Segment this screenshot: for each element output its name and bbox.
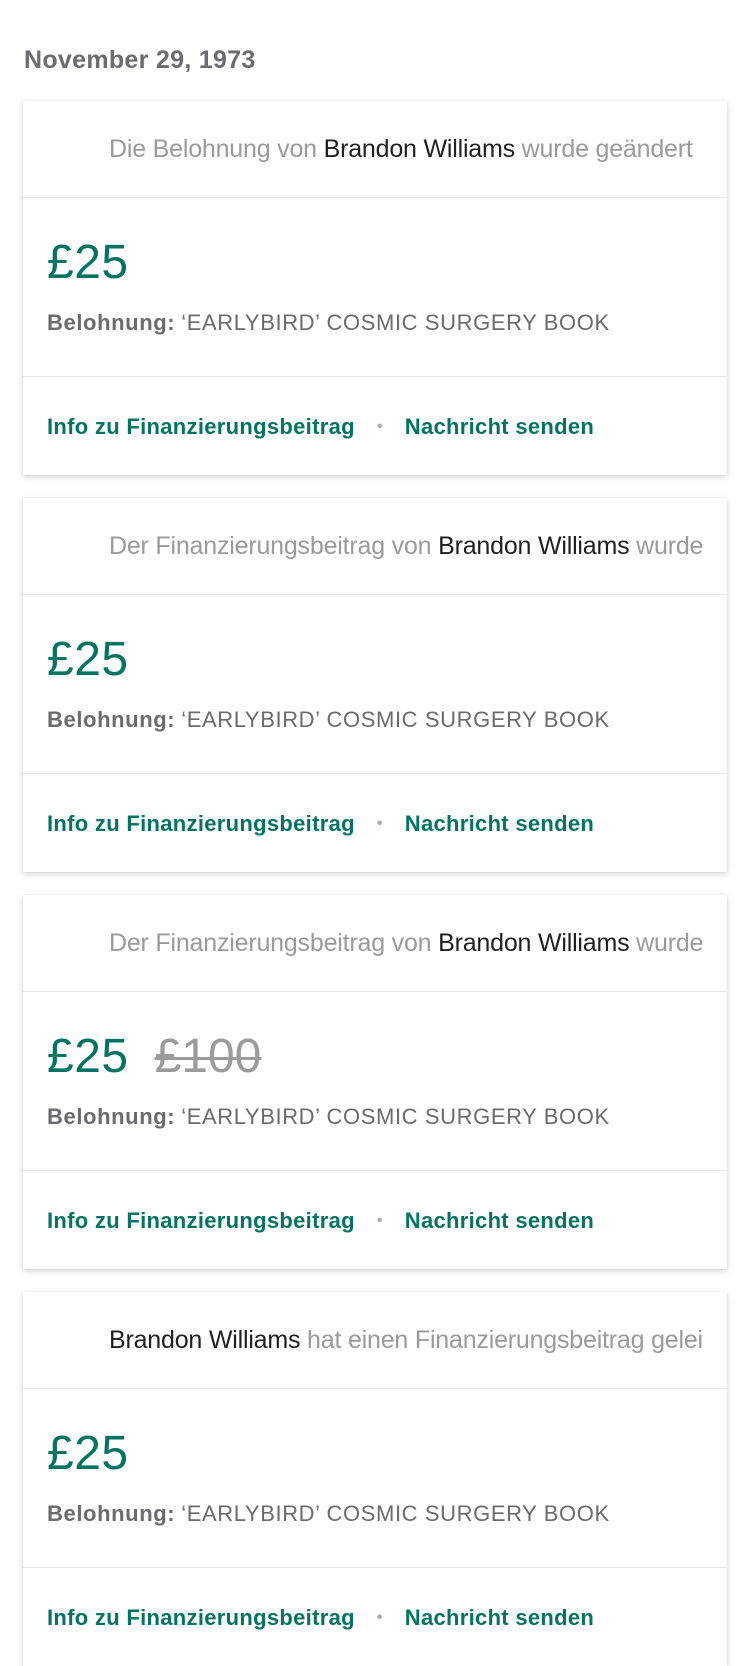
reward-line: Belohnung: ‘EARLYBIRD’ COSMIC SURGERY BOO… — [47, 1104, 610, 1130]
activity-card: Der Finanzierungsbeitrag von Brandon Wil… — [23, 498, 727, 872]
separator-dot: • — [376, 418, 383, 435]
card-body: £25 £100 Belohnung: ‘EARLYBIRD’ COSMIC SU… — [23, 992, 727, 1171]
date-header: November 29, 1973 — [24, 46, 256, 74]
pledge-info-link[interactable]: Info zu Finanzierungsbeitrag — [47, 1208, 355, 1234]
pledge-info-link[interactable]: Info zu Finanzierungsbeitrag — [47, 811, 355, 837]
activity-message: Die Belohnung von Brandon Williams wurde… — [109, 101, 703, 197]
message-prefix: Die Belohnung von — [109, 135, 324, 163]
send-message-link[interactable]: Nachricht senden — [405, 414, 594, 440]
amount-row: £25 £100 — [47, 1028, 261, 1084]
pledge-amount: £25 — [47, 632, 129, 686]
send-message-link[interactable]: Nachricht senden — [405, 1605, 594, 1631]
reward-value: ‘EARLYBIRD’ COSMIC SURGERY BOOK — [181, 1501, 610, 1526]
card-actions: Info zu Finanzierungsbeitrag • Nachricht… — [47, 774, 594, 872]
card-header: Der Finanzierungsbeitrag von Brandon Wil… — [23, 498, 727, 595]
card-actions: Info zu Finanzierungsbeitrag • Nachricht… — [47, 1171, 594, 1269]
backer-name-link[interactable]: Brandon Williams — [109, 1326, 301, 1354]
activity-message: Brandon Williams hat einen Finanzierungs… — [109, 1292, 703, 1388]
reward-line: Belohnung: ‘EARLYBIRD’ COSMIC SURGERY BOO… — [47, 1501, 610, 1527]
separator-dot: • — [376, 1212, 383, 1229]
activity-message: Der Finanzierungsbeitrag von Brandon Wil… — [109, 498, 703, 594]
reward-line: Belohnung: ‘EARLYBIRD’ COSMIC SURGERY BOO… — [47, 707, 610, 733]
activity-card: Die Belohnung von Brandon Williams wurde… — [23, 101, 727, 475]
message-suffix: wurde geändert — [636, 532, 703, 560]
card-body: £25 Belohnung: ‘EARLYBIRD’ COSMIC SURGERY… — [23, 1389, 727, 1568]
separator-dot: • — [376, 815, 383, 832]
previous-amount: £100 — [154, 1029, 262, 1083]
backer-name-link[interactable]: Brandon Williams — [324, 135, 516, 163]
backer-name-link[interactable]: Brandon Williams — [438, 532, 630, 560]
reward-value: ‘EARLYBIRD’ COSMIC SURGERY BOOK — [181, 310, 610, 335]
card-body: £25 Belohnung: ‘EARLYBIRD’ COSMIC SURGERY… — [23, 198, 727, 377]
card-footer: Info zu Finanzierungsbeitrag • Nachricht… — [23, 1568, 727, 1666]
reward-value: ‘EARLYBIRD’ COSMIC SURGERY BOOK — [181, 707, 610, 732]
message-prefix: Der Finanzierungsbeitrag von — [109, 532, 439, 560]
message-suffix: wurde geändert — [636, 929, 703, 957]
activity-card: Der Finanzierungsbeitrag von Brandon Wil… — [23, 895, 727, 1269]
card-body: £25 Belohnung: ‘EARLYBIRD’ COSMIC SURGERY… — [23, 595, 727, 774]
reward-value: ‘EARLYBIRD’ COSMIC SURGERY BOOK — [181, 1104, 610, 1129]
activity-card: Brandon Williams hat einen Finanzierungs… — [23, 1292, 727, 1666]
pledge-amount: £25 — [47, 1029, 129, 1083]
activity-message: Der Finanzierungsbeitrag von Brandon Wil… — [109, 895, 703, 991]
amount-row: £25 — [47, 1425, 129, 1481]
card-footer: Info zu Finanzierungsbeitrag • Nachricht… — [23, 377, 727, 475]
send-message-link[interactable]: Nachricht senden — [405, 1208, 594, 1234]
card-footer: Info zu Finanzierungsbeitrag • Nachricht… — [23, 774, 727, 872]
reward-label: Belohnung: — [47, 707, 176, 732]
amount-row: £25 — [47, 234, 129, 290]
reward-line: Belohnung: ‘EARLYBIRD’ COSMIC SURGERY BOO… — [47, 310, 610, 336]
message-suffix: hat einen Finanzierungsbeitrag geleistet — [300, 1326, 703, 1354]
pledge-amount: £25 — [47, 1426, 129, 1480]
card-header: Brandon Williams hat einen Finanzierungs… — [23, 1292, 727, 1389]
backer-name-link[interactable]: Brandon Williams — [438, 929, 630, 957]
separator-dot: • — [376, 1609, 383, 1626]
message-prefix: Der Finanzierungsbeitrag von — [109, 929, 439, 957]
reward-label: Belohnung: — [47, 1104, 176, 1129]
pledge-amount: £25 — [47, 235, 129, 289]
reward-label: Belohnung: — [47, 1501, 176, 1526]
message-suffix: wurde geändert — [514, 135, 693, 163]
send-message-link[interactable]: Nachricht senden — [405, 811, 594, 837]
pledge-info-link[interactable]: Info zu Finanzierungsbeitrag — [47, 414, 355, 440]
pledge-info-link[interactable]: Info zu Finanzierungsbeitrag — [47, 1605, 355, 1631]
card-footer: Info zu Finanzierungsbeitrag • Nachricht… — [23, 1171, 727, 1269]
card-header: Die Belohnung von Brandon Williams wurde… — [23, 101, 727, 198]
reward-label: Belohnung: — [47, 310, 176, 335]
card-actions: Info zu Finanzierungsbeitrag • Nachricht… — [47, 377, 594, 475]
amount-row: £25 — [47, 631, 129, 687]
card-header: Der Finanzierungsbeitrag von Brandon Wil… — [23, 895, 727, 992]
card-actions: Info zu Finanzierungsbeitrag • Nachricht… — [47, 1568, 594, 1666]
